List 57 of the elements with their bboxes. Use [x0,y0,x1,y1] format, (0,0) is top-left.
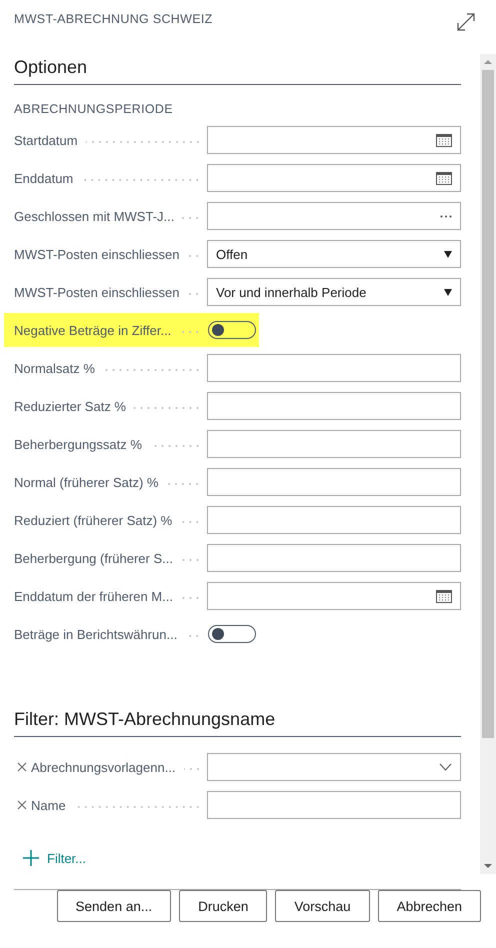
dropdown-arrow-icon [444,288,452,296]
section-heading: Optionen [14,44,461,85]
field-label: Enddatum [14,170,74,186]
add-filter-link[interactable]: Filter... [22,849,86,867]
calendar-icon[interactable] [436,171,452,185]
field-label: Negative Beträge in Ziffer... [14,322,172,338]
input-field[interactable] [207,354,461,382]
window-title: MWST-ABRECHNUNG SCHWEIZ [14,12,213,26]
remove-icon[interactable] [17,800,27,810]
field-label: Normalsatz % [14,360,95,376]
date-field[interactable] [207,126,461,154]
dialog-button[interactable]: Drucken [179,890,268,922]
field-label: Abrechnungsvorlagenn... [31,760,176,774]
dropdown-arrow-icon [444,250,452,258]
dialog-button[interactable]: Vorschau [275,890,370,922]
input-field[interactable] [207,791,461,819]
section-heading: Filter: MWST-Abrechnungsname [14,696,461,737]
dot-leader [134,407,201,409]
field-label: Beherbergung (früherer S... [14,550,173,566]
remove-icon[interactable] [17,762,27,772]
field-label: Reduzierter Satz % [14,398,126,414]
date-field[interactable] [207,164,461,192]
dropdown-field[interactable]: Offen [207,240,461,268]
input-field[interactable] [207,468,461,496]
dialog-button[interactable]: Abbrechen [378,890,481,922]
dot-leader [182,217,201,219]
field-label: Name [31,798,66,812]
date-field[interactable] [207,582,461,610]
input-field[interactable] [207,392,461,420]
calendar-icon[interactable] [436,589,452,603]
input-field[interactable] [207,430,461,458]
input-field[interactable] [207,544,461,572]
input-field[interactable] [207,506,461,534]
field-label: Reduziert (früherer Satz) % [14,512,172,528]
dialog-button[interactable]: Senden an... [56,890,172,922]
dropdown-field[interactable]: Vor und innerhalb Periode [207,278,461,306]
field-label: Normal (früherer Satz) % [14,474,158,490]
dot-leader [179,331,201,333]
field-label: Geschlossen mit MWST-J... [14,208,174,224]
plus-icon [22,849,40,867]
combo-field[interactable] [207,753,461,781]
calendar-icon[interactable] [436,133,452,147]
expand-icon[interactable] [456,12,476,32]
scrollbar[interactable] [480,54,496,874]
toggle-switch[interactable] [208,625,256,643]
field-label: Enddatum der früheren M... [14,588,173,604]
chevron-down-icon[interactable] [439,763,452,771]
more-icon[interactable] [440,214,452,218]
field-label: Startdatum [14,132,78,148]
toggle-switch[interactable] [208,321,256,339]
field-label: MWST-Posten einschliessen [14,246,180,262]
field-label: Beträge in Berichtswährun... [14,626,178,642]
group-heading: ABRECHNUNGSPERIODE [14,102,174,116]
lookup-field[interactable] [207,202,461,230]
dot-leader [166,483,201,485]
field-label: MWST-Posten einschliessen [14,284,180,300]
field-label: Beherbergungssatz % [14,436,142,452]
